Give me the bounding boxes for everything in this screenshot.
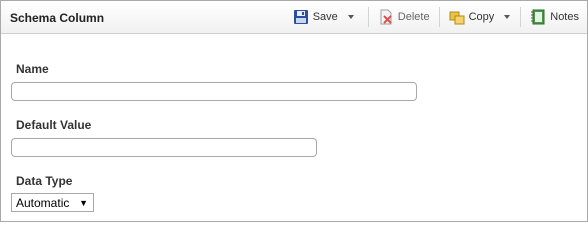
save-button[interactable]: Save [287, 6, 360, 28]
delete-document-icon [378, 9, 394, 25]
toolbar: Save Delete Copy Notes [287, 1, 587, 33]
default-value-label: Default Value [16, 118, 92, 132]
default-value-field[interactable] [11, 138, 317, 157]
notes-button[interactable]: Notes [524, 6, 587, 28]
data-type-label: Data Type [16, 174, 73, 188]
notes-book-icon [530, 9, 546, 25]
toolbar-separator [367, 7, 369, 27]
data-type-select[interactable]: Automatic ▼ [11, 193, 94, 212]
data-type-selected-value: Automatic [16, 195, 70, 210]
copy-dropdown-arrow-icon[interactable] [504, 15, 511, 19]
delete-button[interactable]: Delete [372, 6, 436, 28]
save-label: Save [312, 11, 338, 23]
notes-label: Notes [550, 11, 579, 23]
toolbar-separator [438, 7, 440, 27]
name-field[interactable] [11, 82, 417, 101]
chevron-down-icon: ▼ [79, 198, 88, 208]
copy-label: Copy [468, 11, 495, 23]
panel-header: Schema Column Save Delete Copy Notes [1, 1, 587, 34]
delete-label: Delete [397, 11, 430, 23]
name-label: Name [16, 62, 49, 76]
schema-column-panel: Schema Column Save Delete Copy Notes Nam… [0, 0, 588, 222]
toolbar-separator [520, 7, 522, 27]
save-dropdown-arrow-icon[interactable] [347, 15, 354, 19]
copy-folders-icon [449, 9, 465, 25]
copy-button[interactable]: Copy [443, 6, 517, 28]
floppy-disk-icon [293, 9, 309, 25]
panel-title: Schema Column [10, 11, 105, 25]
